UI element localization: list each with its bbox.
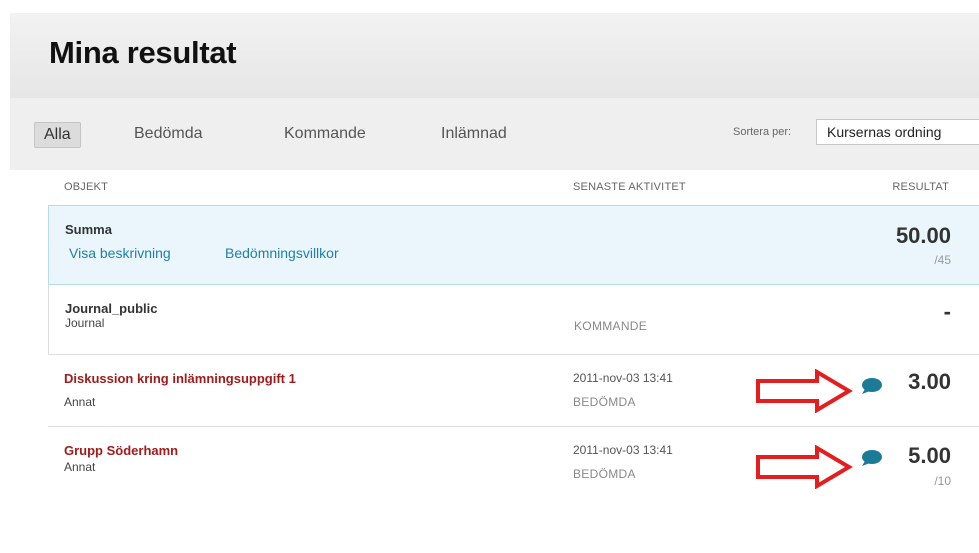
item-type: Annat [64,395,96,409]
summary-row: Summa Visa beskrivning Bedömningsvillkor… [48,205,979,285]
grading-criteria-link[interactable]: Bedömningsvillkor [225,245,339,261]
item-status: BEDÖMDA [573,467,636,481]
table-row: Journal_public Journal KOMMANDE - [48,285,979,355]
table-row: Diskussion kring inlämningsuppgift 1 Ann… [48,355,979,427]
tab-alla[interactable]: Alla [34,122,81,148]
summary-max: /45 [934,253,951,267]
comment-bubble-icon[interactable] [860,377,882,395]
item-name[interactable]: Grupp Söderhamn [64,443,178,458]
item-type: Annat [64,460,96,474]
right-arrow-annotation [756,369,853,413]
table-row: Grupp Söderhamn Annat 2011-nov-03 13:41 … [48,427,979,499]
sort-select[interactable]: Kursernas ordning [816,119,979,145]
column-header-activity: SENASTE AKTIVITET [573,181,686,193]
page-header: Mina resultat [10,13,979,98]
summary-score: 50.00 [895,223,951,248]
column-header-item: OBJEKT [64,181,108,193]
tab-kommande[interactable]: Kommande [284,122,366,146]
show-description-link[interactable]: Visa beskrivning [69,245,171,261]
item-date: 2011-nov-03 13:41 [573,443,673,457]
item-name[interactable]: Diskussion kring inlämningsuppgift 1 [64,371,296,386]
tab-inlamnad[interactable]: Inlämnad [441,122,507,146]
comment-bubble-icon[interactable] [860,449,882,467]
item-score: 5.00 [908,443,951,468]
summary-name: Summa [65,222,112,237]
right-arrow-annotation [756,445,853,489]
item-name[interactable]: Journal_public [65,301,157,316]
column-header-result: RESULTAT [892,181,949,193]
item-score: 3.00 [908,369,951,394]
sort-label: Sortera per: [733,126,792,138]
item-score: - [943,299,951,324]
item-type: Journal [65,316,105,330]
item-status: BEDÖMDA [573,395,636,409]
item-max: /10 [934,474,951,488]
page-title: Mina resultat [49,35,237,70]
item-status: KOMMANDE [574,319,648,333]
item-date: 2011-nov-03 13:41 [573,371,673,385]
filter-bar: Alla Bedömda Kommande Inlämnad Sortera p… [10,98,979,170]
tab-bedomda[interactable]: Bedömda [134,122,203,146]
